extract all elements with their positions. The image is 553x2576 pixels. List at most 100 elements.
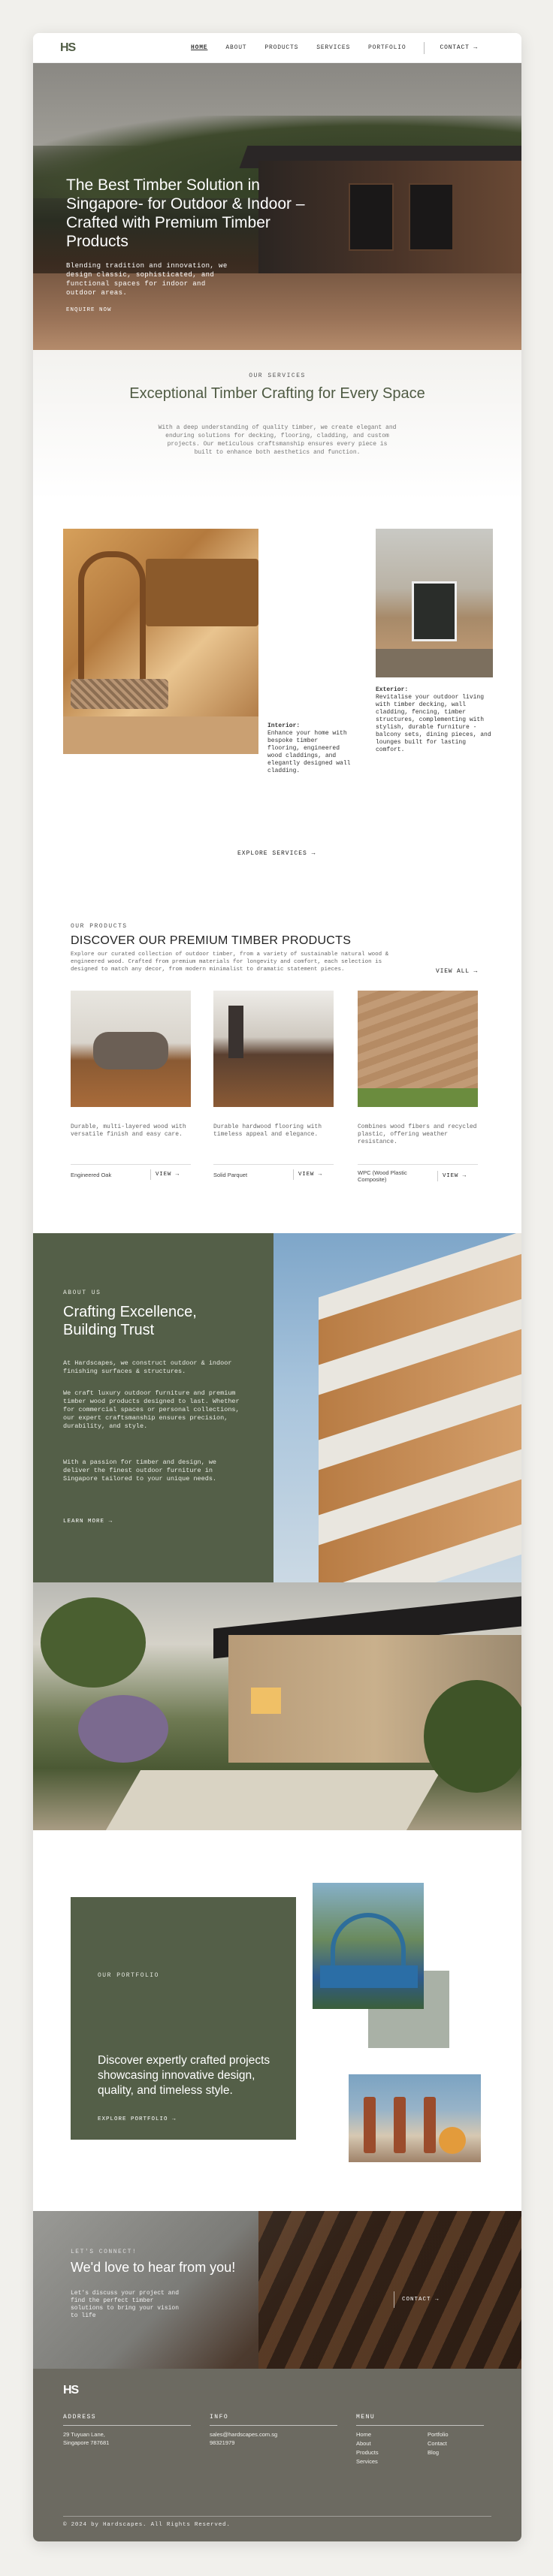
exterior-text: Exterior: Revitalise your outdoor living… — [376, 686, 496, 754]
nav-products[interactable]: PRODUCTS — [264, 44, 298, 51]
ball — [439, 2127, 466, 2154]
product-card[interactable]: Combines wood fibers and recycled plasti… — [358, 991, 478, 1183]
contact-section: LET'S CONNECT! We'd love to hear from yo… — [33, 2211, 521, 2369]
contact-beams — [258, 2211, 521, 2369]
footer-address-heading: ADDRESS — [63, 2414, 191, 2426]
footer-info: sales@hardscapes.com.sg 98321979 — [210, 2430, 337, 2447]
services-eyebrow: OUR SERVICES — [249, 373, 306, 379]
footer-menu-contact[interactable]: Contact — [428, 2439, 480, 2448]
footer-menu-about[interactable]: About — [356, 2439, 428, 2448]
footer-phone-link[interactable]: 98321979 — [210, 2439, 337, 2447]
products-title: DISCOVER OUR PREMIUM TIMBER PRODUCTS — [71, 934, 352, 947]
nav-home[interactable]: HOME — [191, 44, 207, 51]
nav-services[interactable]: SERVICES — [316, 44, 350, 51]
product-name: WPC (Wood Plastic Composite) — [358, 1169, 407, 1183]
footer-menu-heading: MENU — [356, 2414, 484, 2426]
about-paragraph: We craft luxury outdoor furniture and pr… — [63, 1389, 240, 1430]
hero-window — [349, 183, 394, 251]
about-eyebrow: ABOUT US — [63, 1290, 101, 1296]
product-card[interactable]: Durable hardwood flooring with timeless … — [213, 991, 334, 1180]
exterior-description: Revitalise your outdoor living with timb… — [376, 694, 491, 753]
footer-info-heading: INFO — [210, 2414, 337, 2426]
floor — [63, 716, 258, 754]
product-view-link[interactable]: VIEW → — [298, 1172, 322, 1178]
enquire-now-button[interactable]: ENQUIRE NOW — [66, 307, 112, 313]
footer-menu-home[interactable]: Home — [356, 2430, 428, 2439]
product-view-link[interactable]: VIEW → — [443, 1173, 467, 1179]
logo[interactable]: HS — [60, 41, 78, 55]
footer-menu-services[interactable]: Services — [356, 2457, 428, 2466]
footer-divider — [63, 2516, 491, 2517]
contact-description: Let's discuss your project and find the … — [71, 2290, 180, 2319]
footer-menu-products[interactable]: Products — [356, 2448, 428, 2457]
hero-section: The Best Timber Solution in Singapore- f… — [33, 63, 521, 350]
product-footer: WPC (Wood Plastic Composite) VIEW → — [358, 1164, 478, 1183]
footer-email-link[interactable]: sales@hardscapes.com.sg — [210, 2430, 337, 2439]
services-title: Exceptional Timber Crafting for Every Sp… — [129, 385, 425, 402]
portfolio-bridge-image — [313, 1883, 424, 2009]
services-header: OUR SERVICES Exceptional Timber Crafting… — [33, 350, 521, 500]
tree — [424, 1680, 521, 1793]
contact-button[interactable]: CONTACT → — [394, 2291, 461, 2308]
about-paragraph: With a passion for timber and design, we… — [63, 1458, 217, 1483]
hero-window — [409, 183, 454, 251]
services-description: With a deep understanding of quality tim… — [158, 424, 397, 456]
seat — [71, 679, 168, 709]
ground — [376, 649, 493, 677]
footer-logo[interactable]: HS — [63, 2384, 79, 2397]
footer-address-column: ADDRESS 29 Tuyuan Lane, Singapore 787681 — [63, 2414, 191, 2447]
garden-image — [33, 1582, 521, 1830]
table — [146, 559, 258, 626]
interior-description: Enhance your home with bespoke timber fl… — [267, 730, 351, 774]
box — [93, 1032, 168, 1069]
box — [358, 1088, 478, 1107]
footer-address-1: 29 Tuyuan Lane, — [63, 2431, 105, 2438]
product-name: Solid Parquet — [213, 1171, 248, 1178]
learn-more-button[interactable]: LEARN MORE → — [63, 1519, 113, 1525]
copyright: © 2024 by Hardscapes. All Rights Reserve… — [63, 2522, 231, 2528]
portfolio-title: Discover expertly crafted projects showc… — [98, 2054, 270, 2097]
view-all-button[interactable]: VIEW ALL → — [436, 968, 478, 975]
tree — [78, 1695, 168, 1763]
product-card[interactable]: Durable, multi-layered wood with versati… — [71, 991, 191, 1180]
exterior-image — [376, 529, 493, 677]
tree — [41, 1597, 146, 1688]
portfolio-eyebrow: OUR PORTFOLIO — [98, 1972, 159, 1979]
glow — [251, 1688, 281, 1714]
interior-image — [63, 529, 258, 754]
post — [394, 2097, 406, 2153]
post — [424, 2097, 436, 2153]
hero-title: The Best Timber Solution in Singapore- f… — [66, 176, 305, 250]
footer-menu: Home Portfolio About Contact Products Bl… — [356, 2430, 484, 2466]
hero-subtitle: Blending tradition and innovation, we de… — [66, 262, 228, 297]
product-footer: Engineered Oak VIEW → — [71, 1164, 191, 1180]
interior-label: Interior: — [267, 722, 301, 729]
nav-contact-button[interactable]: CONTACT → — [440, 44, 477, 51]
products-eyebrow: OUR PRODUCTS — [71, 923, 128, 930]
portfolio-playground-image — [349, 2074, 481, 2162]
product-description: Combines wood fibers and recycled plasti… — [358, 1124, 477, 1145]
door — [412, 581, 457, 641]
nav-about[interactable]: ABOUT — [225, 44, 246, 51]
footer: HS ADDRESS 29 Tuyuan Lane, Singapore 787… — [33, 2369, 521, 2541]
hero-text: The Best Timber Solution in Singapore- f… — [66, 176, 337, 297]
path — [105, 1770, 442, 1830]
footer-menu-portfolio[interactable]: Portfolio — [428, 2430, 480, 2439]
product-name: Engineered Oak — [71, 1171, 112, 1178]
footer-address-2: Singapore 787681 — [63, 2439, 110, 2446]
about-title: Crafting Excellence, Building Trust — [63, 1304, 197, 1338]
footer-menu-blog[interactable]: Blog — [428, 2448, 480, 2457]
product-view-link[interactable]: VIEW → — [156, 1172, 180, 1178]
contact-title: We'd love to hear from you! — [71, 2260, 236, 2275]
product-image — [213, 991, 334, 1107]
nav-divider — [424, 41, 425, 54]
product-divider — [150, 1169, 151, 1180]
footer-menu-column: MENU Home Portfolio About Contact Produc… — [356, 2414, 484, 2466]
nav-portfolio[interactable]: PORTFOLIO — [368, 44, 406, 51]
top-nav: HS HOME ABOUT PRODUCTS SERVICES PORTFOLI… — [33, 33, 521, 63]
explore-portfolio-button[interactable]: EXPLORE PORTFOLIO → — [98, 2116, 177, 2122]
box — [228, 1006, 243, 1058]
explore-services-button[interactable]: EXPLORE SERVICES → — [237, 850, 316, 857]
footer-info-column: INFO sales@hardscapes.com.sg 98321979 — [210, 2414, 337, 2447]
products-description: Explore our curated collection of outdoo… — [71, 952, 389, 973]
